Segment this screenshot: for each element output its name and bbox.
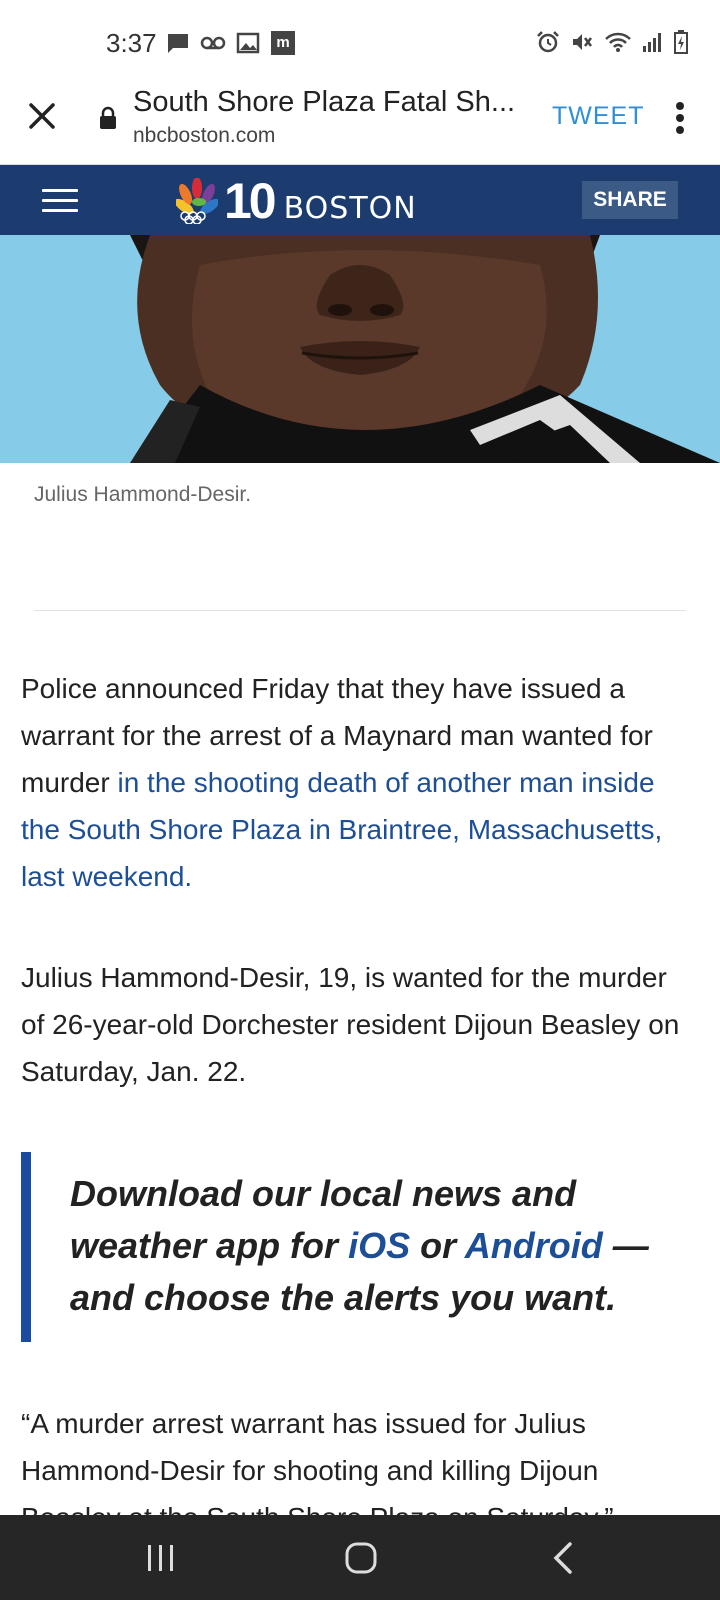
close-icon[interactable] (24, 98, 60, 134)
menu-icon[interactable] (42, 189, 78, 213)
back-icon[interactable] (550, 1541, 576, 1575)
page-title[interactable]: South Shore Plaza Fatal Sh... (133, 86, 533, 119)
battery-icon (674, 30, 688, 54)
status-left-icons: m (166, 30, 296, 56)
logo-city: BOSTON (283, 190, 417, 226)
promo-text: Download our local news and weather app … (70, 1168, 710, 1324)
suspect-photo-illustration (0, 235, 720, 463)
article-paragraph-2: Julius Hammond-Desir, 19, is wanted for … (21, 962, 680, 1087)
photo-caption: Julius Hammond-Desir. (34, 483, 252, 506)
article-photo (0, 235, 720, 463)
mute-icon (573, 34, 592, 50)
ios-link[interactable]: iOS (348, 1225, 410, 1266)
home-icon[interactable] (344, 1541, 378, 1575)
recent-apps-icon[interactable] (146, 1543, 176, 1573)
article-paragraph-1: Police announced Friday that they have i… (21, 665, 691, 900)
alarm-icon (537, 31, 559, 53)
tweet-button[interactable]: TWEET (552, 102, 645, 131)
divider (34, 610, 686, 611)
m-app-icon: m (271, 31, 295, 55)
android-nav-bar (0, 1515, 720, 1600)
status-right-icons (536, 30, 688, 54)
svg-text:m: m (276, 34, 289, 51)
browser-toolbar: South Shore Plaza Fatal Sh... nbcboston.… (0, 80, 720, 165)
shooting-death-link[interactable]: in the shooting death of another man ins… (21, 767, 662, 892)
logo-number: 10 (224, 173, 277, 229)
android-link[interactable]: Android (465, 1225, 603, 1266)
app-promo-callout: Download our local news and weather app … (21, 1152, 711, 1342)
site-header: 10 BOSTON SHARE (0, 165, 720, 235)
gallery-icon (236, 32, 260, 54)
lock-icon (100, 106, 116, 129)
message-icon (168, 34, 188, 53)
voicemail-icon (200, 36, 226, 50)
nbc-boston-logo[interactable]: 10 BOSTON (176, 173, 417, 229)
more-options-icon[interactable] (662, 98, 698, 138)
signal-icon (643, 33, 661, 52)
wifi-icon (605, 32, 631, 52)
page-domain[interactable]: nbcboston.com (133, 124, 275, 148)
peacock-icon (176, 178, 218, 224)
status-time: 3:37 (106, 28, 157, 58)
share-button[interactable]: SHARE (582, 181, 678, 219)
status-bar: 3:37 m (0, 0, 720, 80)
article-paragraph-3: “A murder arrest warrant has issued for … (21, 1408, 614, 1515)
promo-text-b: or (410, 1225, 465, 1266)
